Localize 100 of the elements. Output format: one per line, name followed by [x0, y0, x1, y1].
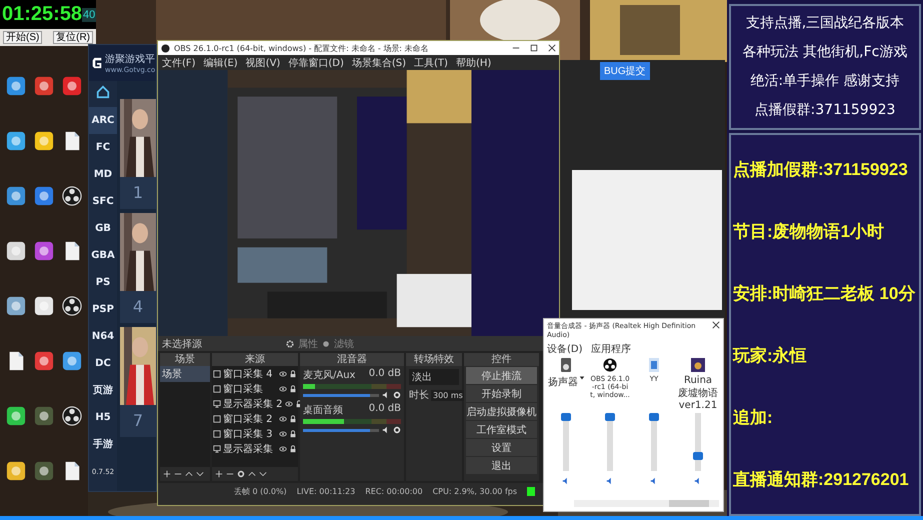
speaker-icon[interactable] [650, 477, 658, 485]
app-icon[interactable] [6, 186, 26, 206]
properties-button[interactable]: 属性 [298, 336, 318, 350]
volume-slider[interactable] [303, 428, 379, 432]
eye-icon[interactable] [279, 370, 287, 378]
platform-tab[interactable]: 页游 [89, 377, 117, 404]
duration-field[interactable]: 300 ms [431, 390, 465, 400]
control-button[interactable]: 停止推流 [466, 367, 537, 384]
app-icon[interactable] [34, 76, 54, 96]
app-icon[interactable] [6, 296, 26, 316]
add-icon[interactable] [163, 470, 171, 478]
lock-icon[interactable] [289, 414, 297, 422]
menu-item[interactable]: 视图(V) [246, 56, 280, 70]
volume-slider[interactable] [695, 413, 701, 471]
close-icon[interactable] [712, 321, 720, 329]
timer-button[interactable]: 复位(R) [53, 31, 93, 44]
maximize-icon[interactable] [530, 44, 538, 52]
up-icon[interactable] [248, 470, 256, 478]
timer-button[interactable]: 开始(S) [3, 31, 42, 44]
menu-item[interactable]: 文件(F) [162, 56, 196, 70]
platform-tab[interactable]: FC [89, 134, 117, 161]
eye-icon[interactable] [279, 430, 287, 438]
platform-tab[interactable]: 手游 [89, 431, 117, 458]
lock-icon[interactable] [289, 444, 297, 452]
control-button[interactable]: 退出 [466, 457, 537, 474]
app-icon[interactable] [34, 296, 54, 316]
app-icon[interactable] [62, 351, 82, 371]
card-number[interactable]: 4 [120, 291, 156, 323]
down-icon[interactable] [196, 470, 204, 478]
speaker-icon[interactable] [694, 477, 702, 485]
settings-icon[interactable] [237, 470, 245, 478]
eye-icon[interactable] [279, 414, 287, 422]
card-number[interactable]: 1 [120, 177, 156, 209]
up-icon[interactable] [185, 470, 193, 478]
menu-item[interactable]: 编辑(E) [204, 56, 238, 70]
circle-logo-icon[interactable] [62, 186, 82, 206]
source-item[interactable]: 窗口采集 4 [223, 366, 277, 380]
transition-select[interactable]: 淡出 [409, 369, 459, 385]
app-icon[interactable] [34, 131, 54, 151]
source-item[interactable]: 窗口采集 [223, 382, 277, 396]
caret-icon[interactable] [579, 375, 585, 381]
app-icon[interactable] [34, 351, 54, 371]
circle-logo-icon[interactable] [62, 296, 82, 316]
menu-item[interactable]: 场景集合(S) [352, 56, 406, 70]
settings-icon[interactable] [393, 391, 401, 399]
control-button[interactable]: 工作室模式 [466, 421, 537, 438]
app-icon[interactable] [34, 406, 54, 426]
menu-item[interactable]: 停靠窗口(D) [288, 56, 344, 70]
platform-tab[interactable]: PS [89, 269, 117, 296]
platform-tab[interactable]: MD [89, 161, 117, 188]
lock-icon[interactable] [289, 384, 297, 392]
volume-slider[interactable] [563, 413, 569, 471]
app-icon[interactable] [6, 76, 26, 96]
platform-tab[interactable]: SFC [89, 188, 117, 215]
speaker-icon[interactable] [562, 477, 570, 485]
volume-slider[interactable] [651, 413, 657, 471]
lock-icon[interactable] [289, 430, 297, 438]
circle-logo-icon[interactable] [62, 406, 82, 426]
eye-icon[interactable] [279, 384, 287, 392]
settings-icon[interactable] [393, 426, 401, 434]
platform-tab[interactable]: ARC [89, 107, 117, 134]
platform-tab[interactable]: H5 [89, 404, 117, 431]
app-icon[interactable] [6, 131, 26, 151]
source-item[interactable]: 窗口采集 3 [223, 426, 277, 440]
platform-tab[interactable]: GB [89, 215, 117, 242]
control-button[interactable]: 启动虚拟摄像机 [466, 403, 537, 420]
speaker-icon[interactable] [382, 391, 390, 399]
platform-tab[interactable]: DC [89, 350, 117, 377]
source-item[interactable]: 窗口采集 2 [223, 412, 277, 426]
scene-item[interactable]: 场景 [160, 366, 210, 382]
down-icon[interactable] [259, 470, 267, 478]
add-icon[interactable] [215, 470, 223, 478]
lock-icon[interactable] [289, 370, 297, 378]
platform-tab[interactable]: PSP [89, 296, 117, 323]
menu-item[interactable]: 帮助(H) [456, 56, 492, 70]
eye-icon[interactable] [284, 400, 293, 408]
source-item[interactable]: 显示器采集 [223, 442, 277, 456]
source-item[interactable]: 显示器采集 2 [223, 396, 283, 410]
app-icon[interactable] [34, 186, 54, 206]
app-icon[interactable] [6, 241, 26, 261]
control-button[interactable]: 设置 [466, 439, 537, 456]
home-icon[interactable] [96, 85, 110, 99]
control-button[interactable]: 开始录制 [466, 385, 537, 402]
card-number[interactable]: 7 [120, 405, 156, 437]
menu-item[interactable]: 工具(T) [414, 56, 448, 70]
volume-slider[interactable] [607, 413, 613, 471]
speaker-icon[interactable] [606, 477, 614, 485]
speaker-icon[interactable] [382, 426, 390, 434]
scrollbar[interactable] [574, 500, 719, 507]
app-icon[interactable] [34, 461, 54, 481]
close-icon[interactable] [548, 44, 556, 52]
eye-icon[interactable] [279, 444, 287, 452]
filters-button[interactable]: 滤镜 [334, 336, 354, 350]
app-icon[interactable] [34, 241, 54, 261]
app-icon[interactable] [6, 406, 26, 426]
app-icon[interactable] [62, 76, 82, 96]
bug-report-button[interactable]: BUG提交 [600, 62, 650, 80]
volume-slider[interactable] [303, 394, 379, 396]
app-icon[interactable] [6, 461, 26, 481]
platform-tab[interactable]: N64 [89, 323, 117, 350]
